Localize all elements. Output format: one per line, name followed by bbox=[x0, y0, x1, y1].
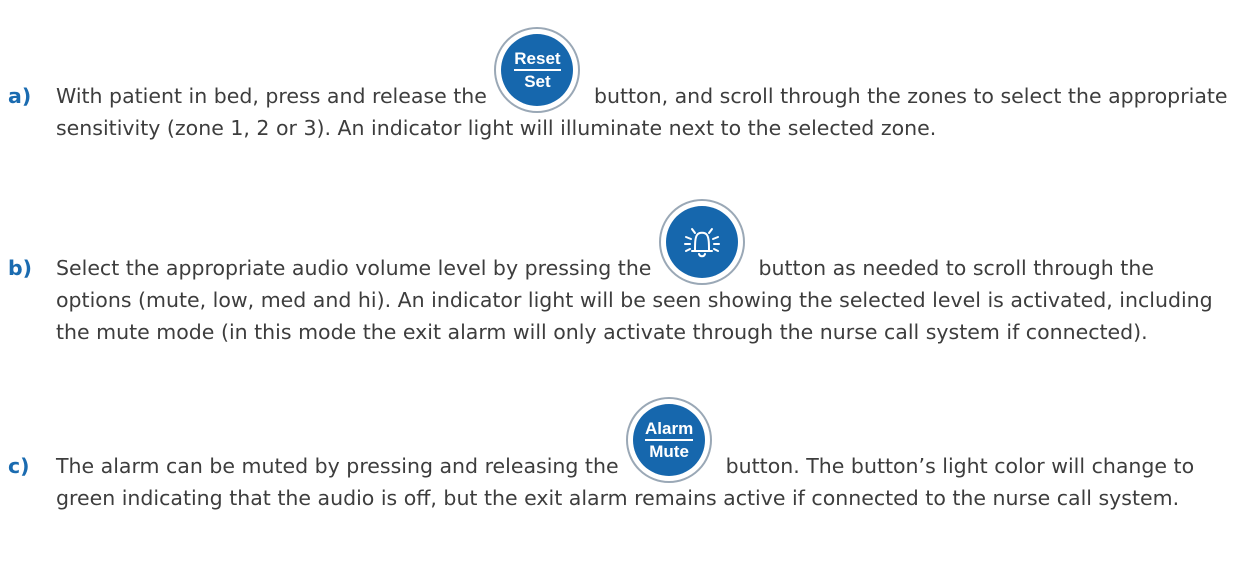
step-b-marker: b) bbox=[8, 256, 33, 280]
bell-icon bbox=[658, 199, 745, 285]
reset-set-button-illustration: Reset Set bbox=[493, 27, 587, 113]
step-c-marker: c) bbox=[8, 454, 30, 478]
alarm-mute-button-illustration: Alarm Mute bbox=[625, 397, 719, 483]
reset-label: Reset bbox=[514, 49, 561, 71]
instruction-step-c: c) The alarm can be muted by pressing an… bbox=[8, 397, 1233, 514]
bell-glyph bbox=[683, 228, 720, 258]
instruction-step-b: b) Select the appropriate audio volume l… bbox=[8, 199, 1233, 348]
step-b-text-before: Select the appropriate audio volume leve… bbox=[56, 256, 652, 280]
instruction-step-a: a) With patient in bed, press and releas… bbox=[8, 27, 1233, 144]
step-c-text-before: The alarm can be muted by pressing and r… bbox=[56, 454, 619, 478]
step-b-paragraph: b) Select the appropriate audio volume l… bbox=[8, 199, 1233, 348]
mute-label: Mute bbox=[649, 442, 689, 461]
set-label: Set bbox=[524, 72, 551, 91]
alarm-label: Alarm bbox=[645, 419, 694, 441]
step-a-text-before: With patient in bed, press and release t… bbox=[56, 84, 487, 108]
reset-set-icon: Reset Set bbox=[494, 27, 581, 113]
step-c-paragraph: c) The alarm can be muted by pressing an… bbox=[8, 397, 1233, 514]
alarm-mute-icon: Alarm Mute bbox=[626, 397, 713, 483]
step-a-marker: a) bbox=[8, 84, 32, 108]
step-a-paragraph: a) With patient in bed, press and releas… bbox=[8, 27, 1233, 144]
volume-button-illustration bbox=[658, 199, 752, 285]
